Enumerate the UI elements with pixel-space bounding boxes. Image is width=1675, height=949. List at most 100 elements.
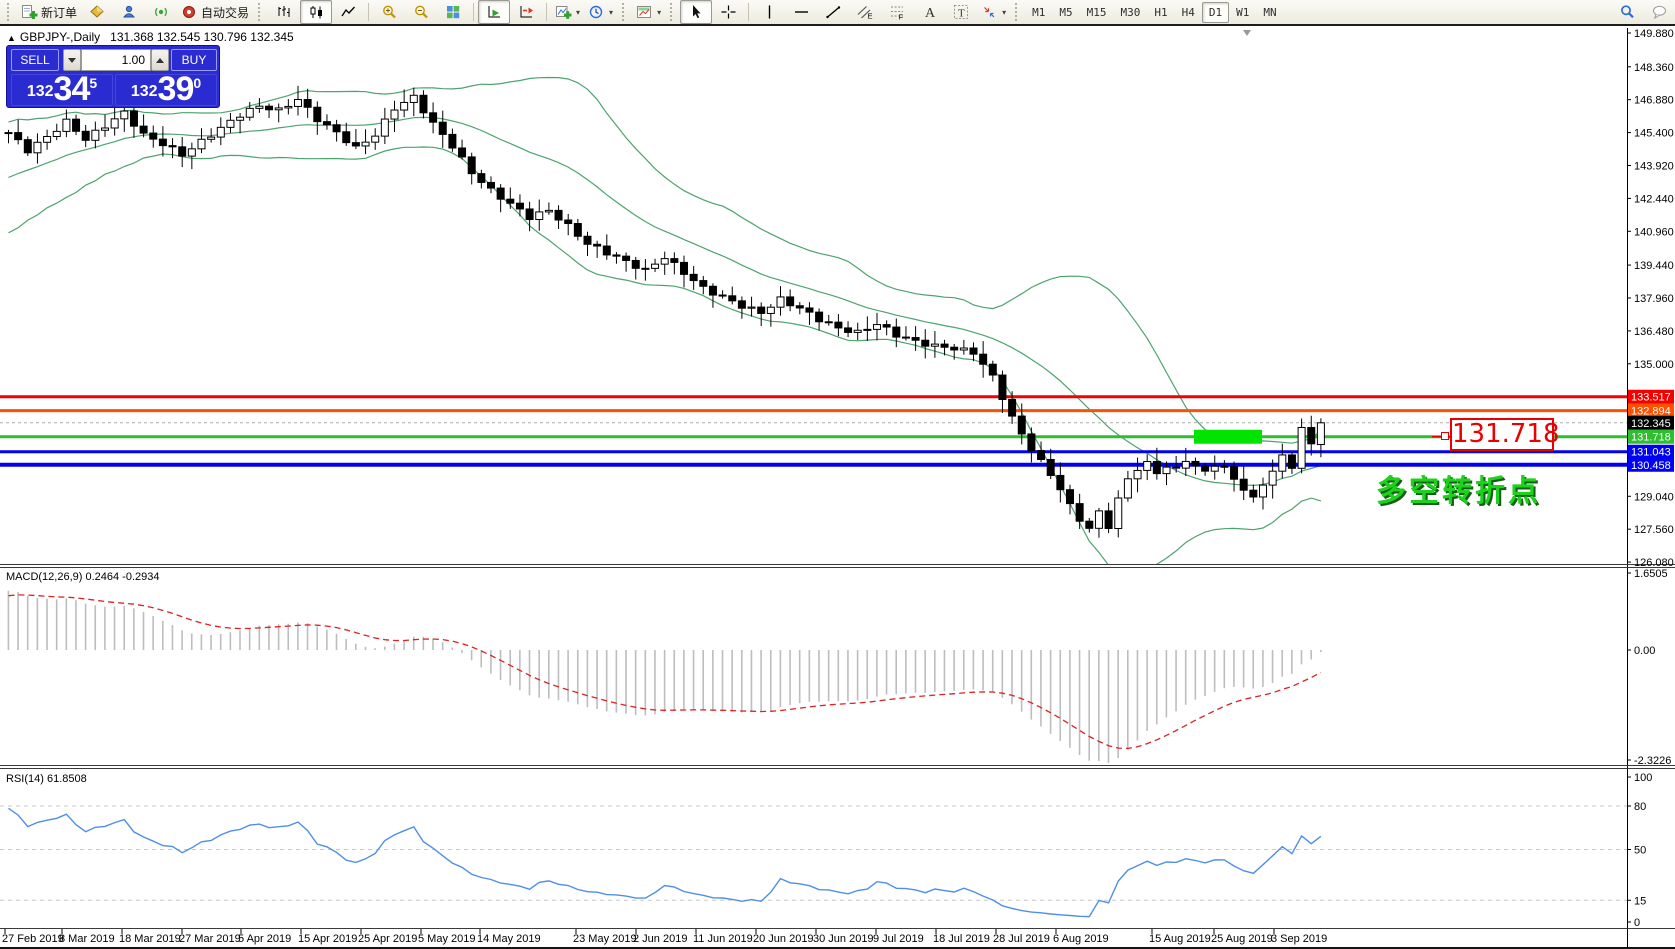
text-label-button[interactable]: T <box>945 0 977 24</box>
time-axis-label[interactable]: 18 Jul 2019 <box>933 933 990 945</box>
crosshair-button[interactable] <box>712 0 744 24</box>
data-window-button[interactable] <box>113 0 145 24</box>
macd-histogram-bar <box>693 650 695 709</box>
pane-divider[interactable] <box>0 564 1675 565</box>
time-axis-label[interactable]: 25 Apr 2019 <box>358 933 417 945</box>
time-axis-label[interactable]: 20 Jun 2019 <box>753 933 814 945</box>
fibonacci-button[interactable]: F <box>881 0 913 24</box>
price-callout-box[interactable]: 131.718 <box>1450 418 1554 451</box>
macd-histogram-bar <box>702 650 704 710</box>
candle <box>951 347 958 350</box>
new-order-icon <box>21 4 38 20</box>
cursor-button[interactable] <box>680 0 712 24</box>
price-tag-text: 131.043 <box>1631 447 1671 459</box>
time-axis-label[interactable]: 23 May 2019 <box>573 933 637 945</box>
time-axis-label[interactable]: 14 May 2019 <box>477 933 541 945</box>
macd-histogram-bar <box>1320 650 1322 652</box>
time-axis-label[interactable]: 27 Feb 2019 <box>2 933 64 945</box>
candle <box>314 107 321 121</box>
time-axis-label[interactable]: 18 Mar 2019 <box>119 933 181 945</box>
time-axis-label[interactable]: 25 Aug 2019 <box>1211 933 1273 945</box>
market-watch-button[interactable] <box>81 0 113 24</box>
macd-histogram-bar <box>577 650 579 704</box>
candle <box>1153 462 1160 474</box>
zoom-in-button[interactable] <box>373 0 405 24</box>
time-axis-label[interactable]: 27 Mar 2019 <box>179 933 241 945</box>
macd-histogram-bar <box>1059 650 1061 741</box>
auto-trading-button[interactable]: 自动交易 <box>177 0 253 24</box>
time-axis-label[interactable]: 8 Mar 2019 <box>59 933 115 945</box>
timeframe-m30-button[interactable]: M30 <box>1113 2 1147 23</box>
macd-histogram-bar <box>722 650 724 711</box>
time-axis-label[interactable]: 3 Sep 2019 <box>1271 933 1327 945</box>
indicators-button[interactable]: ▾ <box>551 0 584 24</box>
time-axis-label[interactable]: 11 Jun 2019 <box>693 933 753 945</box>
macd-histogram-bar <box>828 650 830 701</box>
text-button[interactable]: A <box>913 0 945 24</box>
sell-button[interactable]: SELL <box>11 49 59 71</box>
chart-shift-button[interactable] <box>510 0 542 24</box>
auto-scroll-button[interactable] <box>478 0 510 24</box>
sell-price-button[interactable]: 132345 <box>11 74 113 106</box>
timeframe-w1-button[interactable]: W1 <box>1229 2 1256 23</box>
highlight-trend-segment[interactable] <box>1194 430 1262 444</box>
trend-line-icon <box>825 4 842 20</box>
tile-windows-button[interactable] <box>437 0 469 24</box>
timeframe-mn-button[interactable]: MN <box>1256 2 1283 23</box>
time-axis-label[interactable]: 5 Apr 2019 <box>238 933 291 945</box>
arrows-button[interactable]: ▾ <box>977 0 1010 24</box>
time-axis-label[interactable]: 9 Jul 2019 <box>873 933 924 945</box>
time-axis-label[interactable]: 30 Jun 2019 <box>813 933 874 945</box>
templates-button[interactable]: ▾ <box>632 0 665 24</box>
time-axis-label[interactable]: 2 Jun 2019 <box>633 933 687 945</box>
macd-histogram-bar <box>413 637 415 650</box>
buy-button[interactable]: BUY <box>171 49 217 71</box>
timeframe-m15-button[interactable]: M15 <box>1080 2 1114 23</box>
candle <box>960 348 967 350</box>
volume-decrease-button[interactable] <box>63 49 81 71</box>
time-axis-label[interactable]: 28 Jul 2019 <box>993 933 1050 945</box>
time-axis-label[interactable]: 6 Aug 2019 <box>1053 933 1109 945</box>
trend-line-button[interactable] <box>817 0 849 24</box>
timeframe-m5-button[interactable]: M5 <box>1052 2 1079 23</box>
turning-point-annotation[interactable]: 多空转折点 <box>1376 466 1541 510</box>
price-axis-tick: 140.960 <box>1634 226 1674 238</box>
new-order-button[interactable]: 新订单 <box>17 0 81 24</box>
vertical-line-button[interactable] <box>753 0 785 24</box>
pane-divider[interactable] <box>0 768 1675 769</box>
time-axis-label[interactable]: 5 May 2019 <box>418 933 475 945</box>
indicators-icon <box>555 4 572 20</box>
search-button[interactable] <box>1611 0 1643 24</box>
macd-histogram-bar <box>625 650 627 714</box>
pane-divider[interactable] <box>0 765 1675 766</box>
chat-button[interactable] <box>1643 0 1675 24</box>
candle <box>603 246 610 255</box>
horizontal-line-button[interactable] <box>785 0 817 24</box>
candle <box>941 344 948 347</box>
volume-input[interactable] <box>81 49 151 71</box>
timeframe-d1-button[interactable]: D1 <box>1202 2 1229 23</box>
timeframe-h1-button[interactable]: H1 <box>1147 2 1174 23</box>
buy-price-button[interactable]: 132390 <box>115 74 217 106</box>
one-click-collapse-icon[interactable]: ▲ <box>7 33 16 43</box>
time-axis-label[interactable]: 15 Aug 2019 <box>1149 933 1211 945</box>
candle <box>1279 455 1286 471</box>
timeframe-m1-button[interactable]: M1 <box>1025 2 1052 23</box>
macd-histogram-bar <box>934 650 936 692</box>
candle <box>1105 511 1112 529</box>
zoom-out-button[interactable] <box>405 0 437 24</box>
time-axis-label[interactable]: 15 Apr 2019 <box>298 933 357 945</box>
signals-button[interactable] <box>145 0 177 24</box>
volume-increase-button[interactable] <box>151 49 169 71</box>
candle <box>266 106 273 110</box>
line-chart-button[interactable] <box>332 0 364 24</box>
pane-divider[interactable] <box>0 567 1675 568</box>
candle-chart-button[interactable] <box>300 0 332 24</box>
candle-chart-icon <box>308 4 325 20</box>
bar-chart-button[interactable] <box>268 0 300 24</box>
rsi-axis-tick: 15 <box>1634 895 1646 907</box>
equidistant-channel-button[interactable]: E <box>849 0 881 24</box>
toolbar-grip <box>7 3 12 21</box>
timeframe-h4-button[interactable]: H4 <box>1175 2 1202 23</box>
periods-button[interactable]: ▾ <box>584 0 617 24</box>
